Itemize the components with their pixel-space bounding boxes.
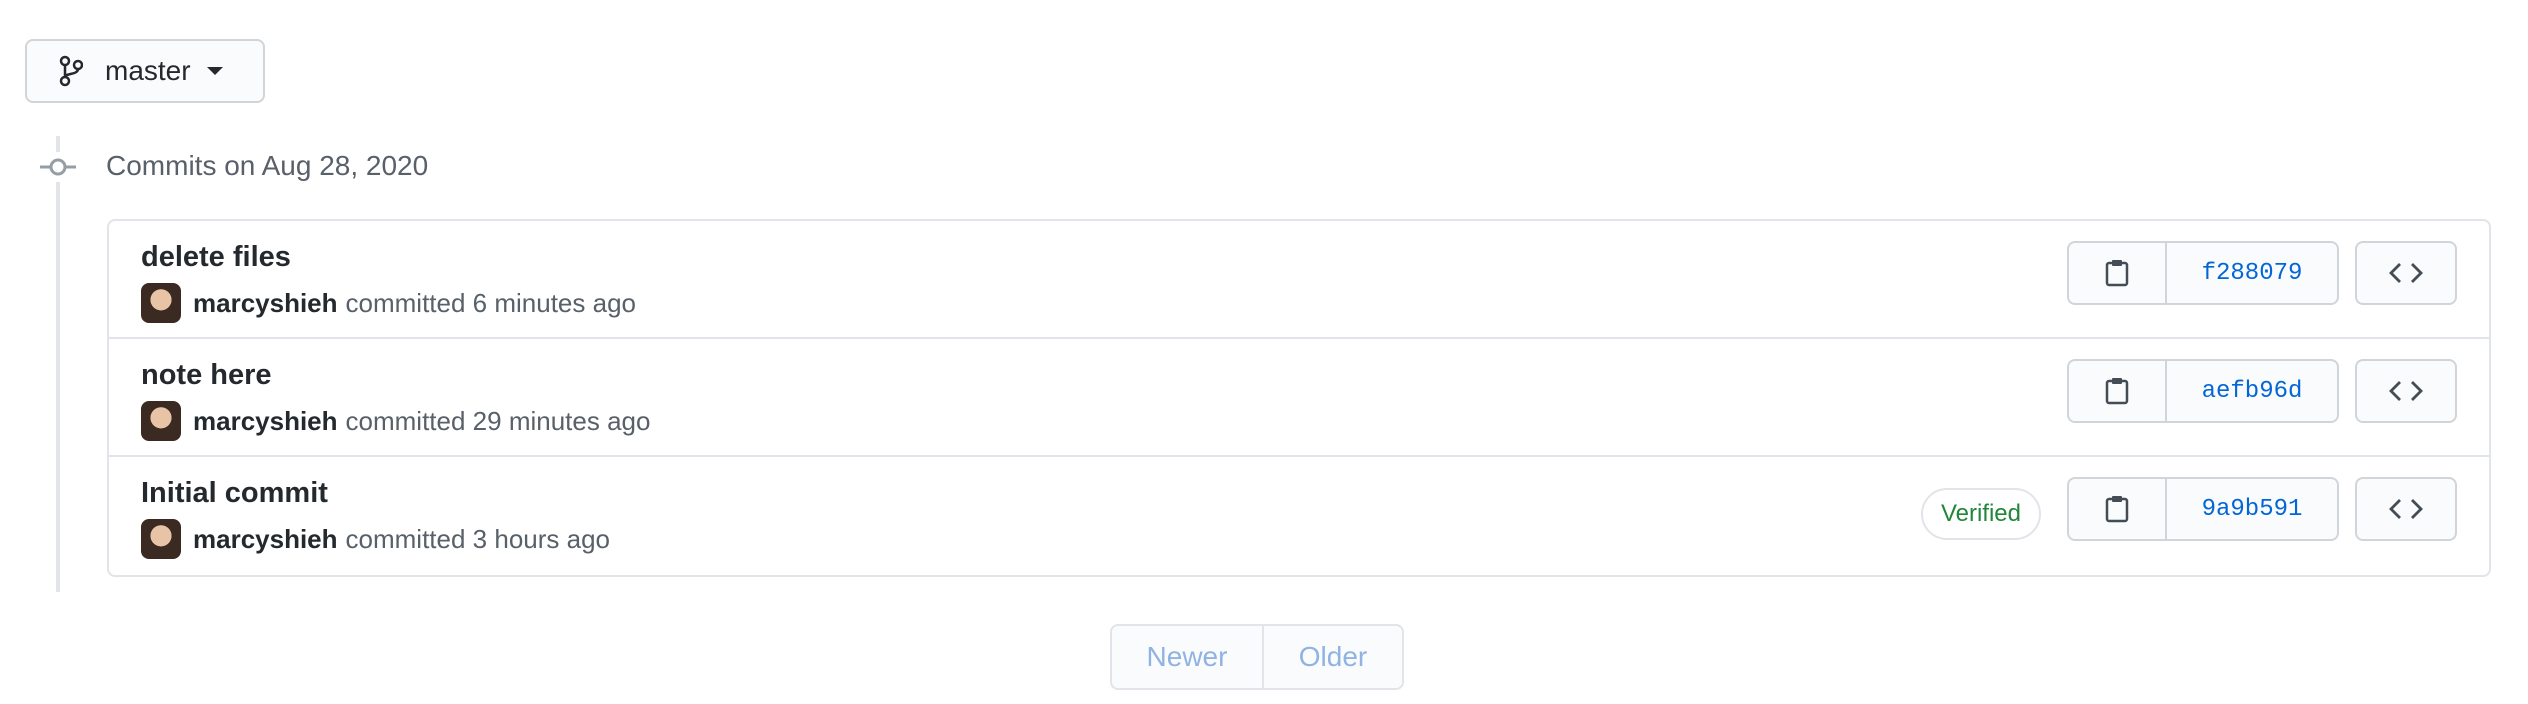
chevron-down-icon <box>206 67 223 75</box>
git-branch-icon <box>59 55 91 87</box>
commit-meta: marcyshieh committed 3 hours ago <box>141 519 610 559</box>
commit-row: delete files marcyshieh committed 6 minu… <box>109 221 2489 339</box>
code-icon <box>2389 381 2423 401</box>
author-link[interactable]: marcyshieh <box>193 288 338 319</box>
sha-button-group: aefb96d <box>2067 359 2339 423</box>
commit-group-title: Commits on Aug 28, 2020 <box>106 150 429 181</box>
author-link[interactable]: marcyshieh <box>193 524 338 555</box>
code-icon <box>2389 499 2423 519</box>
code-icon <box>2389 263 2423 283</box>
timeline-line <box>56 136 60 592</box>
avatar[interactable] <box>141 401 181 441</box>
newer-button[interactable]: Newer <box>1112 626 1264 688</box>
commit-list: delete files marcyshieh committed 6 minu… <box>107 219 2491 577</box>
branch-name: master <box>105 55 191 86</box>
commit-meta: marcyshieh committed 29 minutes ago <box>141 401 650 441</box>
copy-sha-button[interactable] <box>2069 479 2167 539</box>
commit-row: note here marcyshieh committed 29 minute… <box>109 339 2489 457</box>
branch-select-button[interactable]: master <box>25 39 265 103</box>
commit-time: committed 29 minutes ago <box>345 405 651 436</box>
sha-button-group: f288079 <box>2067 241 2339 305</box>
pagination: Newer Older <box>1110 624 1404 690</box>
commit-sha-link[interactable]: f288079 <box>2167 243 2337 303</box>
commit-title-link[interactable]: delete files <box>141 241 291 274</box>
avatar[interactable] <box>141 283 181 323</box>
avatar[interactable] <box>141 519 181 559</box>
commit-sha-link[interactable]: aefb96d <box>2167 361 2337 421</box>
commit-sha-link[interactable]: 9a9b591 <box>2167 479 2337 539</box>
commit-time: committed 3 hours ago <box>345 523 610 554</box>
commit-meta: marcyshieh committed 6 minutes ago <box>141 283 636 323</box>
browse-repo-button[interactable] <box>2355 241 2457 305</box>
commit-row: Initial commit marcyshieh committed 3 ho… <box>109 457 2489 575</box>
browse-repo-button[interactable] <box>2355 359 2457 423</box>
sha-button-group: 9a9b591 <box>2067 477 2339 541</box>
author-link[interactable]: marcyshieh <box>193 406 338 437</box>
browse-repo-button[interactable] <box>2355 477 2457 541</box>
clipboard-icon <box>2105 496 2129 523</box>
commit-time: committed 6 minutes ago <box>345 287 636 318</box>
clipboard-icon <box>2105 260 2129 287</box>
verified-badge[interactable]: Verified <box>1920 488 2041 540</box>
commit-title-link[interactable]: Initial commit <box>141 477 328 510</box>
commit-node-icon <box>40 152 76 182</box>
older-button[interactable]: Older <box>1264 626 1402 688</box>
copy-sha-button[interactable] <box>2069 361 2167 421</box>
clipboard-icon <box>2105 378 2129 405</box>
copy-sha-button[interactable] <box>2069 243 2167 303</box>
commit-title-link[interactable]: note here <box>141 359 272 392</box>
